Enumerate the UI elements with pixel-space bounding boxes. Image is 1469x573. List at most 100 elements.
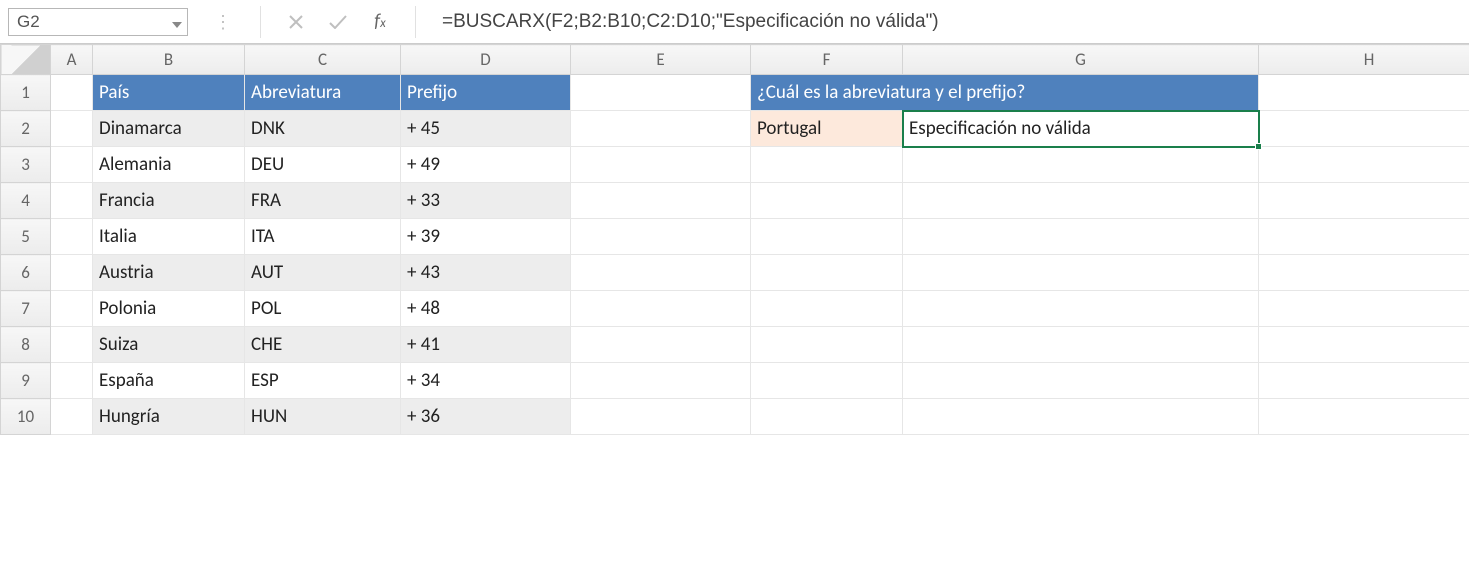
cell-D9[interactable]: + 34 xyxy=(401,363,571,399)
cell-B7[interactable]: Polonia xyxy=(93,291,245,327)
row-header-7[interactable]: 7 xyxy=(1,291,51,327)
formula-input[interactable] xyxy=(430,8,1461,36)
row-header-10[interactable]: 10 xyxy=(1,399,51,435)
cell-G10[interactable] xyxy=(903,399,1259,435)
col-header-A[interactable]: A xyxy=(51,45,93,75)
cell-C5[interactable]: ITA xyxy=(245,219,401,255)
row-header-6[interactable]: 6 xyxy=(1,255,51,291)
cell-D8[interactable]: + 41 xyxy=(401,327,571,363)
col-header-F[interactable]: F xyxy=(751,45,903,75)
cell-F10[interactable] xyxy=(751,399,903,435)
row-header-8[interactable]: 8 xyxy=(1,327,51,363)
col-header-G[interactable]: G xyxy=(903,45,1259,75)
cell-C3[interactable]: DEU xyxy=(245,147,401,183)
row-header-4[interactable]: 4 xyxy=(1,183,51,219)
cell-F1[interactable]: ¿Cuál es la abreviatura y el prefijo? xyxy=(751,75,1259,111)
select-all-corner[interactable] xyxy=(1,45,51,75)
insert-function-button[interactable]: fx xyxy=(365,7,395,37)
cell-D1[interactable]: Prefijo xyxy=(401,75,571,111)
cell-H6[interactable] xyxy=(1259,255,1469,291)
cell-A5[interactable] xyxy=(51,219,93,255)
cell-E10[interactable] xyxy=(571,399,751,435)
cell-F3[interactable] xyxy=(751,147,903,183)
cell-B6[interactable]: Austria xyxy=(93,255,245,291)
cell-A2[interactable] xyxy=(51,111,93,147)
cell-B8[interactable]: Suiza xyxy=(93,327,245,363)
cell-C6[interactable]: AUT xyxy=(245,255,401,291)
cell-C8[interactable]: CHE xyxy=(245,327,401,363)
cell-G2[interactable]: Especificación no válida xyxy=(903,111,1259,147)
spreadsheet-grid[interactable]: A B C D E F G H 1 País Abreviatura Prefi… xyxy=(0,44,1469,435)
cell-A6[interactable] xyxy=(51,255,93,291)
cell-A8[interactable] xyxy=(51,327,93,363)
col-header-C[interactable]: C xyxy=(245,45,401,75)
cell-H7[interactable] xyxy=(1259,291,1469,327)
cell-G7[interactable] xyxy=(903,291,1259,327)
row-header-3[interactable]: 3 xyxy=(1,147,51,183)
cell-A9[interactable] xyxy=(51,363,93,399)
cell-E4[interactable] xyxy=(571,183,751,219)
cell-F6[interactable] xyxy=(751,255,903,291)
cell-B1[interactable]: País xyxy=(93,75,245,111)
cell-A3[interactable] xyxy=(51,147,93,183)
cell-A7[interactable] xyxy=(51,291,93,327)
enter-button[interactable] xyxy=(323,7,353,37)
cell-F2[interactable]: Portugal xyxy=(751,111,903,147)
cell-C9[interactable]: ESP xyxy=(245,363,401,399)
cell-C1[interactable]: Abreviatura xyxy=(245,75,401,111)
cell-D6[interactable]: + 43 xyxy=(401,255,571,291)
cell-E6[interactable] xyxy=(571,255,751,291)
cell-A10[interactable] xyxy=(51,399,93,435)
cell-D3[interactable]: + 49 xyxy=(401,147,571,183)
row-header-2[interactable]: 2 xyxy=(1,111,51,147)
cell-H3[interactable] xyxy=(1259,147,1469,183)
cell-B3[interactable]: Alemania xyxy=(93,147,245,183)
cell-G8[interactable] xyxy=(903,327,1259,363)
cell-D10[interactable]: + 36 xyxy=(401,399,571,435)
cell-H4[interactable] xyxy=(1259,183,1469,219)
cell-C7[interactable]: POL xyxy=(245,291,401,327)
cell-B9[interactable]: España xyxy=(93,363,245,399)
cell-E7[interactable] xyxy=(571,291,751,327)
cell-D2[interactable]: + 45 xyxy=(401,111,571,147)
cell-D4[interactable]: + 33 xyxy=(401,183,571,219)
cell-G9[interactable] xyxy=(903,363,1259,399)
cell-F7[interactable] xyxy=(751,291,903,327)
cell-A4[interactable] xyxy=(51,183,93,219)
cell-D5[interactable]: + 39 xyxy=(401,219,571,255)
cell-H10[interactable] xyxy=(1259,399,1469,435)
cell-E3[interactable] xyxy=(571,147,751,183)
row-header-9[interactable]: 9 xyxy=(1,363,51,399)
cancel-button[interactable] xyxy=(281,7,311,37)
cell-D7[interactable]: + 48 xyxy=(401,291,571,327)
row-header-5[interactable]: 5 xyxy=(1,219,51,255)
cell-F4[interactable] xyxy=(751,183,903,219)
cell-C4[interactable]: FRA xyxy=(245,183,401,219)
cell-E9[interactable] xyxy=(571,363,751,399)
cell-H8[interactable] xyxy=(1259,327,1469,363)
cell-F8[interactable] xyxy=(751,327,903,363)
cell-B5[interactable]: Italia xyxy=(93,219,245,255)
col-header-H[interactable]: H xyxy=(1259,45,1469,75)
col-header-E[interactable]: E xyxy=(571,45,751,75)
cell-G3[interactable] xyxy=(903,147,1259,183)
cell-E1[interactable] xyxy=(571,75,751,111)
cell-B4[interactable]: Francia xyxy=(93,183,245,219)
col-header-B[interactable]: B xyxy=(93,45,245,75)
cell-G4[interactable] xyxy=(903,183,1259,219)
cell-E2[interactable] xyxy=(571,111,751,147)
cell-G5[interactable] xyxy=(903,219,1259,255)
cell-C10[interactable]: HUN xyxy=(245,399,401,435)
cell-E8[interactable] xyxy=(571,327,751,363)
name-box[interactable] xyxy=(8,8,188,36)
cell-H2[interactable] xyxy=(1259,111,1469,147)
cell-E5[interactable] xyxy=(571,219,751,255)
cell-B2[interactable]: Dinamarca xyxy=(93,111,245,147)
cell-F5[interactable] xyxy=(751,219,903,255)
cell-H5[interactable] xyxy=(1259,219,1469,255)
cell-B10[interactable]: Hungría xyxy=(93,399,245,435)
cell-H1[interactable] xyxy=(1259,75,1469,111)
cell-F9[interactable] xyxy=(751,363,903,399)
cell-A1[interactable] xyxy=(51,75,93,111)
cell-C2[interactable]: DNK xyxy=(245,111,401,147)
